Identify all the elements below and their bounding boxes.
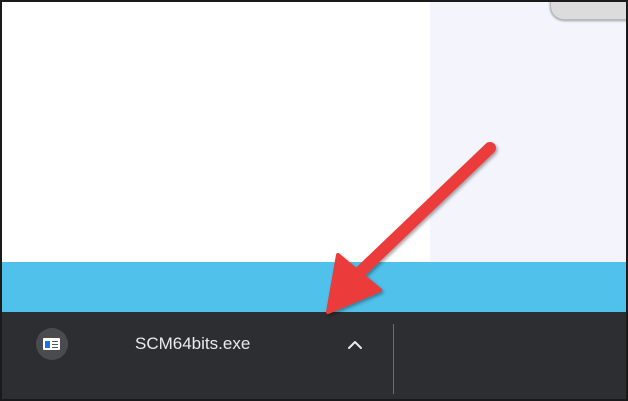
download-file-name[interactable]: SCM64bits.exe [135, 334, 250, 354]
scrollbar-thumb[interactable] [550, 2, 626, 20]
download-shelf: SCM64bits.exe [2, 312, 626, 399]
download-item[interactable]: SCM64bits.exe [20, 324, 390, 390]
page-footer-band [2, 262, 626, 312]
screenshot-frame: SCM64bits.exe [0, 0, 628, 401]
page-content-area [2, 2, 430, 262]
shelf-divider [393, 324, 394, 394]
page-side-panel [430, 2, 626, 262]
windows-app-icon [36, 328, 68, 360]
chevron-up-icon[interactable] [340, 330, 370, 360]
